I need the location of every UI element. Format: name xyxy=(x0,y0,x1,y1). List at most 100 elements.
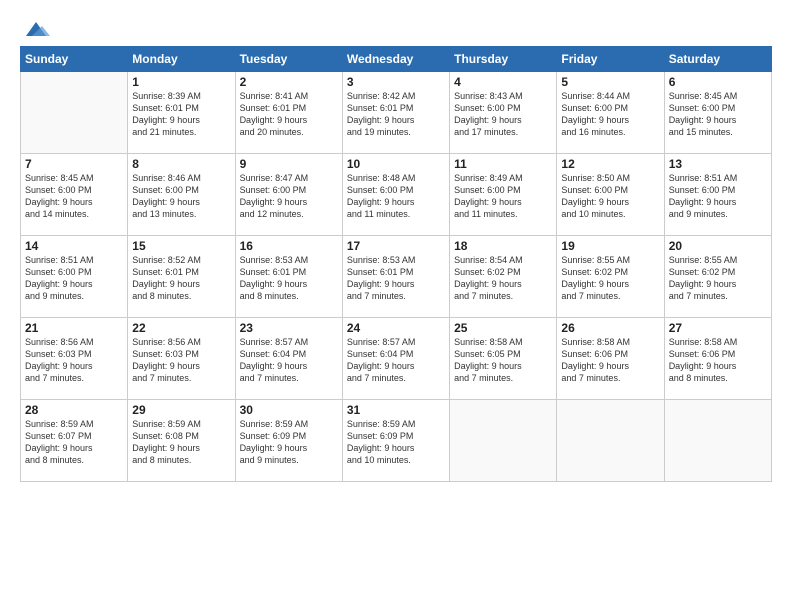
calendar-cell: 29Sunrise: 8:59 AMSunset: 6:08 PMDayligh… xyxy=(128,400,235,482)
day-number: 30 xyxy=(240,403,338,417)
day-info: Sunrise: 8:54 AMSunset: 6:02 PMDaylight:… xyxy=(454,254,552,303)
day-info: Sunrise: 8:49 AMSunset: 6:00 PMDaylight:… xyxy=(454,172,552,221)
calendar-week-1: 7Sunrise: 8:45 AMSunset: 6:00 PMDaylight… xyxy=(21,154,772,236)
calendar-cell: 7Sunrise: 8:45 AMSunset: 6:00 PMDaylight… xyxy=(21,154,128,236)
calendar-cell: 23Sunrise: 8:57 AMSunset: 6:04 PMDayligh… xyxy=(235,318,342,400)
day-number: 14 xyxy=(25,239,123,253)
calendar-cell: 31Sunrise: 8:59 AMSunset: 6:09 PMDayligh… xyxy=(342,400,449,482)
calendar-cell: 9Sunrise: 8:47 AMSunset: 6:00 PMDaylight… xyxy=(235,154,342,236)
day-info: Sunrise: 8:59 AMSunset: 6:09 PMDaylight:… xyxy=(240,418,338,467)
day-info: Sunrise: 8:43 AMSunset: 6:00 PMDaylight:… xyxy=(454,90,552,139)
day-info: Sunrise: 8:51 AMSunset: 6:00 PMDaylight:… xyxy=(25,254,123,303)
header xyxy=(20,18,772,36)
day-info: Sunrise: 8:59 AMSunset: 6:07 PMDaylight:… xyxy=(25,418,123,467)
day-info: Sunrise: 8:53 AMSunset: 6:01 PMDaylight:… xyxy=(347,254,445,303)
day-number: 26 xyxy=(561,321,659,335)
day-info: Sunrise: 8:44 AMSunset: 6:00 PMDaylight:… xyxy=(561,90,659,139)
day-number: 19 xyxy=(561,239,659,253)
calendar-cell: 27Sunrise: 8:58 AMSunset: 6:06 PMDayligh… xyxy=(664,318,771,400)
day-info: Sunrise: 8:57 AMSunset: 6:04 PMDaylight:… xyxy=(240,336,338,385)
calendar-cell xyxy=(557,400,664,482)
day-number: 4 xyxy=(454,75,552,89)
day-info: Sunrise: 8:48 AMSunset: 6:00 PMDaylight:… xyxy=(347,172,445,221)
day-header-friday: Friday xyxy=(557,47,664,72)
day-header-wednesday: Wednesday xyxy=(342,47,449,72)
calendar-cell: 18Sunrise: 8:54 AMSunset: 6:02 PMDayligh… xyxy=(450,236,557,318)
day-number: 10 xyxy=(347,157,445,171)
calendar-week-4: 28Sunrise: 8:59 AMSunset: 6:07 PMDayligh… xyxy=(21,400,772,482)
calendar-cell: 8Sunrise: 8:46 AMSunset: 6:00 PMDaylight… xyxy=(128,154,235,236)
logo xyxy=(20,18,50,36)
calendar-cell: 3Sunrise: 8:42 AMSunset: 6:01 PMDaylight… xyxy=(342,72,449,154)
day-number: 25 xyxy=(454,321,552,335)
calendar-cell: 26Sunrise: 8:58 AMSunset: 6:06 PMDayligh… xyxy=(557,318,664,400)
day-info: Sunrise: 8:55 AMSunset: 6:02 PMDaylight:… xyxy=(669,254,767,303)
day-number: 7 xyxy=(25,157,123,171)
day-number: 29 xyxy=(132,403,230,417)
day-number: 5 xyxy=(561,75,659,89)
day-info: Sunrise: 8:46 AMSunset: 6:00 PMDaylight:… xyxy=(132,172,230,221)
day-info: Sunrise: 8:41 AMSunset: 6:01 PMDaylight:… xyxy=(240,90,338,139)
calendar-cell xyxy=(21,72,128,154)
day-number: 9 xyxy=(240,157,338,171)
day-number: 17 xyxy=(347,239,445,253)
day-number: 21 xyxy=(25,321,123,335)
day-header-thursday: Thursday xyxy=(450,47,557,72)
day-info: Sunrise: 8:59 AMSunset: 6:09 PMDaylight:… xyxy=(347,418,445,467)
day-info: Sunrise: 8:53 AMSunset: 6:01 PMDaylight:… xyxy=(240,254,338,303)
day-number: 24 xyxy=(347,321,445,335)
calendar-cell xyxy=(664,400,771,482)
calendar-cell: 6Sunrise: 8:45 AMSunset: 6:00 PMDaylight… xyxy=(664,72,771,154)
calendar-cell: 5Sunrise: 8:44 AMSunset: 6:00 PMDaylight… xyxy=(557,72,664,154)
calendar-header-row: SundayMondayTuesdayWednesdayThursdayFrid… xyxy=(21,47,772,72)
day-info: Sunrise: 8:56 AMSunset: 6:03 PMDaylight:… xyxy=(25,336,123,385)
calendar-cell: 22Sunrise: 8:56 AMSunset: 6:03 PMDayligh… xyxy=(128,318,235,400)
day-number: 13 xyxy=(669,157,767,171)
calendar-cell: 21Sunrise: 8:56 AMSunset: 6:03 PMDayligh… xyxy=(21,318,128,400)
page: SundayMondayTuesdayWednesdayThursdayFrid… xyxy=(0,0,792,612)
day-info: Sunrise: 8:45 AMSunset: 6:00 PMDaylight:… xyxy=(669,90,767,139)
calendar-week-3: 21Sunrise: 8:56 AMSunset: 6:03 PMDayligh… xyxy=(21,318,772,400)
day-info: Sunrise: 8:50 AMSunset: 6:00 PMDaylight:… xyxy=(561,172,659,221)
calendar-cell: 30Sunrise: 8:59 AMSunset: 6:09 PMDayligh… xyxy=(235,400,342,482)
calendar-cell: 24Sunrise: 8:57 AMSunset: 6:04 PMDayligh… xyxy=(342,318,449,400)
day-info: Sunrise: 8:57 AMSunset: 6:04 PMDaylight:… xyxy=(347,336,445,385)
day-number: 22 xyxy=(132,321,230,335)
calendar-week-2: 14Sunrise: 8:51 AMSunset: 6:00 PMDayligh… xyxy=(21,236,772,318)
day-info: Sunrise: 8:59 AMSunset: 6:08 PMDaylight:… xyxy=(132,418,230,467)
day-number: 1 xyxy=(132,75,230,89)
calendar-cell: 15Sunrise: 8:52 AMSunset: 6:01 PMDayligh… xyxy=(128,236,235,318)
day-number: 8 xyxy=(132,157,230,171)
day-number: 28 xyxy=(25,403,123,417)
day-number: 23 xyxy=(240,321,338,335)
calendar-cell: 1Sunrise: 8:39 AMSunset: 6:01 PMDaylight… xyxy=(128,72,235,154)
calendar-cell: 16Sunrise: 8:53 AMSunset: 6:01 PMDayligh… xyxy=(235,236,342,318)
day-info: Sunrise: 8:39 AMSunset: 6:01 PMDaylight:… xyxy=(132,90,230,139)
calendar-cell xyxy=(450,400,557,482)
day-header-tuesday: Tuesday xyxy=(235,47,342,72)
calendar-cell: 4Sunrise: 8:43 AMSunset: 6:00 PMDaylight… xyxy=(450,72,557,154)
calendar-cell: 28Sunrise: 8:59 AMSunset: 6:07 PMDayligh… xyxy=(21,400,128,482)
day-info: Sunrise: 8:51 AMSunset: 6:00 PMDaylight:… xyxy=(669,172,767,221)
day-header-monday: Monday xyxy=(128,47,235,72)
calendar: SundayMondayTuesdayWednesdayThursdayFrid… xyxy=(20,46,772,482)
day-number: 12 xyxy=(561,157,659,171)
day-info: Sunrise: 8:42 AMSunset: 6:01 PMDaylight:… xyxy=(347,90,445,139)
day-number: 20 xyxy=(669,239,767,253)
day-info: Sunrise: 8:47 AMSunset: 6:00 PMDaylight:… xyxy=(240,172,338,221)
logo-icon xyxy=(22,18,50,40)
day-number: 6 xyxy=(669,75,767,89)
calendar-cell: 13Sunrise: 8:51 AMSunset: 6:00 PMDayligh… xyxy=(664,154,771,236)
calendar-week-0: 1Sunrise: 8:39 AMSunset: 6:01 PMDaylight… xyxy=(21,72,772,154)
calendar-cell: 12Sunrise: 8:50 AMSunset: 6:00 PMDayligh… xyxy=(557,154,664,236)
day-info: Sunrise: 8:58 AMSunset: 6:06 PMDaylight:… xyxy=(561,336,659,385)
calendar-cell: 10Sunrise: 8:48 AMSunset: 6:00 PMDayligh… xyxy=(342,154,449,236)
calendar-cell: 25Sunrise: 8:58 AMSunset: 6:05 PMDayligh… xyxy=(450,318,557,400)
day-info: Sunrise: 8:52 AMSunset: 6:01 PMDaylight:… xyxy=(132,254,230,303)
calendar-cell: 19Sunrise: 8:55 AMSunset: 6:02 PMDayligh… xyxy=(557,236,664,318)
calendar-cell: 17Sunrise: 8:53 AMSunset: 6:01 PMDayligh… xyxy=(342,236,449,318)
day-info: Sunrise: 8:58 AMSunset: 6:06 PMDaylight:… xyxy=(669,336,767,385)
day-number: 11 xyxy=(454,157,552,171)
day-info: Sunrise: 8:58 AMSunset: 6:05 PMDaylight:… xyxy=(454,336,552,385)
day-number: 3 xyxy=(347,75,445,89)
